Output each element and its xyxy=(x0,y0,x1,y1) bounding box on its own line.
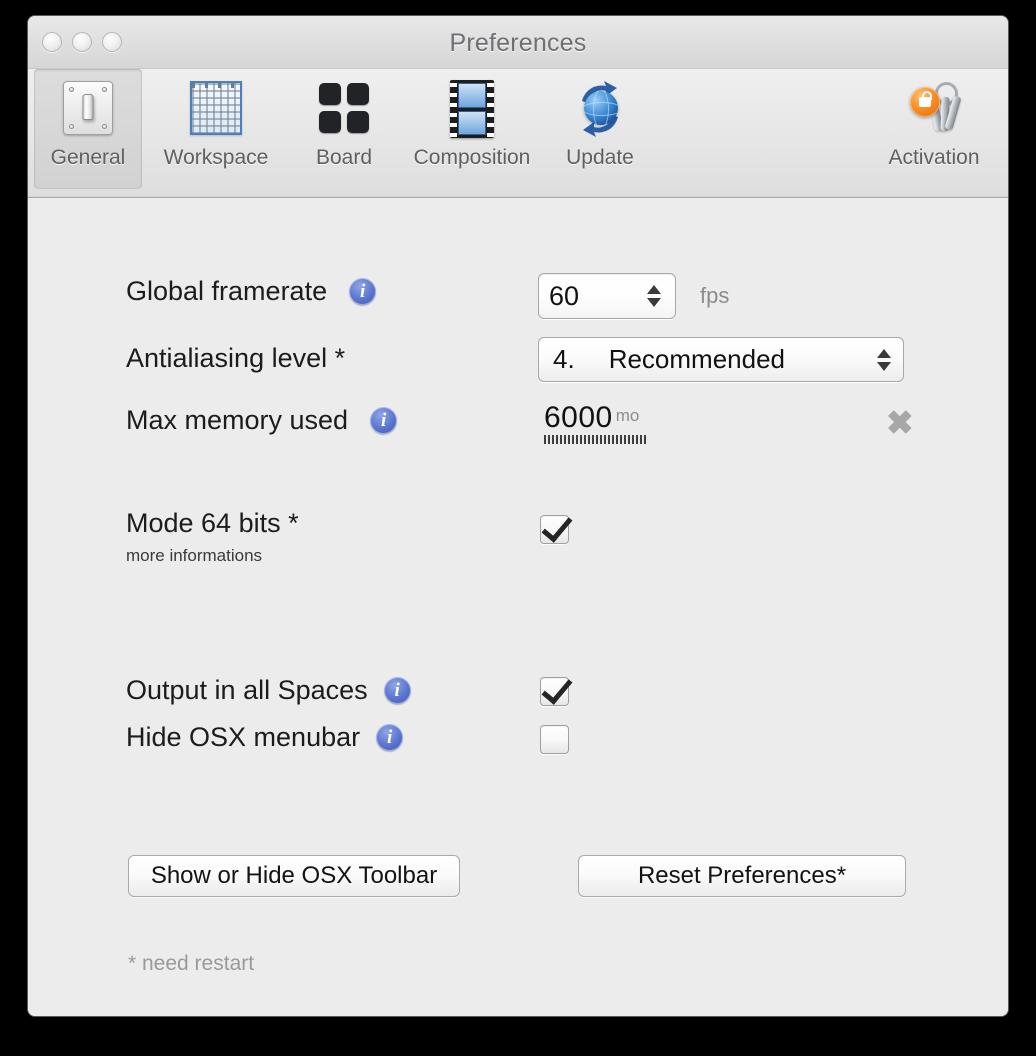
popup-chevrons-icon[interactable] xyxy=(877,348,891,371)
general-pane: Global framerate i 60 fps Antialiasing l… xyxy=(28,198,1008,1016)
framerate-info-icon[interactable]: i xyxy=(349,278,377,305)
spaces-checkbox-group xyxy=(540,677,569,706)
menubar-checkbox[interactable] xyxy=(540,725,569,754)
toolbar-tab-board-label: Board xyxy=(315,146,373,169)
popup-up-chevron-icon xyxy=(877,348,891,358)
reset-preferences-button[interactable]: Reset Preferences* xyxy=(578,855,906,897)
stepper-decrement-icon[interactable] xyxy=(647,298,661,307)
mode64-label: Mode 64 bits * xyxy=(126,508,299,538)
memory-clear-group: ✖ xyxy=(886,406,914,439)
antialiasing-option-text: Recommended xyxy=(608,344,785,374)
antialiasing-control-group: 4. Recommended xyxy=(538,337,904,382)
mode64-checkbox[interactable] xyxy=(540,515,569,544)
toolbar-tab-update[interactable]: Update xyxy=(546,69,654,189)
stepper-increment-icon[interactable] xyxy=(647,285,661,294)
memory-label: Max memory used xyxy=(126,405,349,435)
window-titlebar[interactable]: Preferences xyxy=(28,16,1008,69)
memory-clear-icon[interactable]: ✖ xyxy=(886,406,914,439)
popup-down-chevron-icon xyxy=(877,361,891,371)
toolbar-tab-workspace-label: Workspace xyxy=(163,146,269,169)
framerate-value: 60 xyxy=(549,280,580,311)
desktop-backdrop: Preferences General Workspace Board Comp… xyxy=(0,0,1036,1056)
mode64-checkbox-group xyxy=(540,515,569,544)
grid-icon xyxy=(184,77,248,141)
menubar-label-group: Hide OSX menubar i xyxy=(126,722,404,753)
toolbar-tab-update-label: Update xyxy=(566,146,634,169)
memory-value: 6000 xyxy=(544,401,613,434)
framerate-unit: fps xyxy=(700,283,730,308)
show-hide-osx-toolbar-button[interactable]: Show or Hide OSX Toolbar xyxy=(128,855,460,897)
antialiasing-label: Antialiasing level * xyxy=(126,343,346,373)
toolbar-tab-activation[interactable]: Activation xyxy=(860,69,1008,189)
toolbar-tab-composition[interactable]: Composition xyxy=(398,69,546,189)
memory-slider-track[interactable] xyxy=(544,435,648,444)
toolbar-tab-activation-label: Activation xyxy=(888,146,980,169)
memory-value-group[interactable]: 6000 mo xyxy=(544,401,648,444)
toolbar-tab-general[interactable]: General xyxy=(34,69,142,189)
memory-info-icon[interactable]: i xyxy=(370,407,398,434)
spaces-label: Output in all Spaces xyxy=(126,675,368,705)
preferences-toolbar: General Workspace Board Composition Upda… xyxy=(28,69,1008,198)
antialiasing-popup-button[interactable]: 4. Recommended xyxy=(538,337,904,382)
memory-label-group: Max memory used i xyxy=(126,405,398,436)
menubar-info-icon[interactable]: i xyxy=(376,724,404,751)
spaces-info-icon[interactable]: i xyxy=(383,677,411,704)
toolbar-toggle-group: Show or Hide OSX Toolbar xyxy=(128,855,460,897)
framerate-label-group: Global framerate i xyxy=(126,276,377,307)
antialiasing-option-number: 4. xyxy=(553,344,575,374)
toolbar-tab-composition-label: Composition xyxy=(413,146,531,169)
framerate-stepper-arrows[interactable] xyxy=(647,285,661,307)
restart-footnote: * need restart xyxy=(128,952,255,975)
mode64-sublabel[interactable]: more informations xyxy=(126,546,262,566)
memory-unit: mo xyxy=(615,405,640,425)
spaces-label-group: Output in all Spaces i xyxy=(126,675,411,706)
menubar-checkbox-group xyxy=(540,725,569,754)
framerate-control-group: 60 fps xyxy=(538,273,729,319)
toolbar-tab-general-label: General xyxy=(50,146,126,169)
reset-group: Reset Preferences* xyxy=(578,855,906,897)
antialiasing-label-group: Antialiasing level * xyxy=(126,343,345,374)
window-title: Preferences xyxy=(449,29,587,57)
spaces-checkbox[interactable] xyxy=(540,677,569,706)
keychain-icon xyxy=(902,77,966,141)
toolbar-tab-workspace[interactable]: Workspace xyxy=(142,69,290,189)
light-switch-icon xyxy=(56,77,120,141)
memory-field[interactable]: 6000 mo xyxy=(544,401,648,444)
filmstrip-icon xyxy=(440,77,504,141)
globe-refresh-icon xyxy=(568,77,632,141)
mode64-label-group: Mode 64 bits * more informations xyxy=(126,508,299,566)
menubar-label: Hide OSX menubar xyxy=(126,722,361,752)
toolbar-tab-board[interactable]: Board xyxy=(290,69,398,189)
board-squares-icon xyxy=(312,77,376,141)
framerate-stepper[interactable]: 60 xyxy=(538,273,676,319)
preferences-window: Preferences General Workspace Board Comp… xyxy=(28,16,1008,1016)
framerate-label: Global framerate xyxy=(126,276,328,306)
